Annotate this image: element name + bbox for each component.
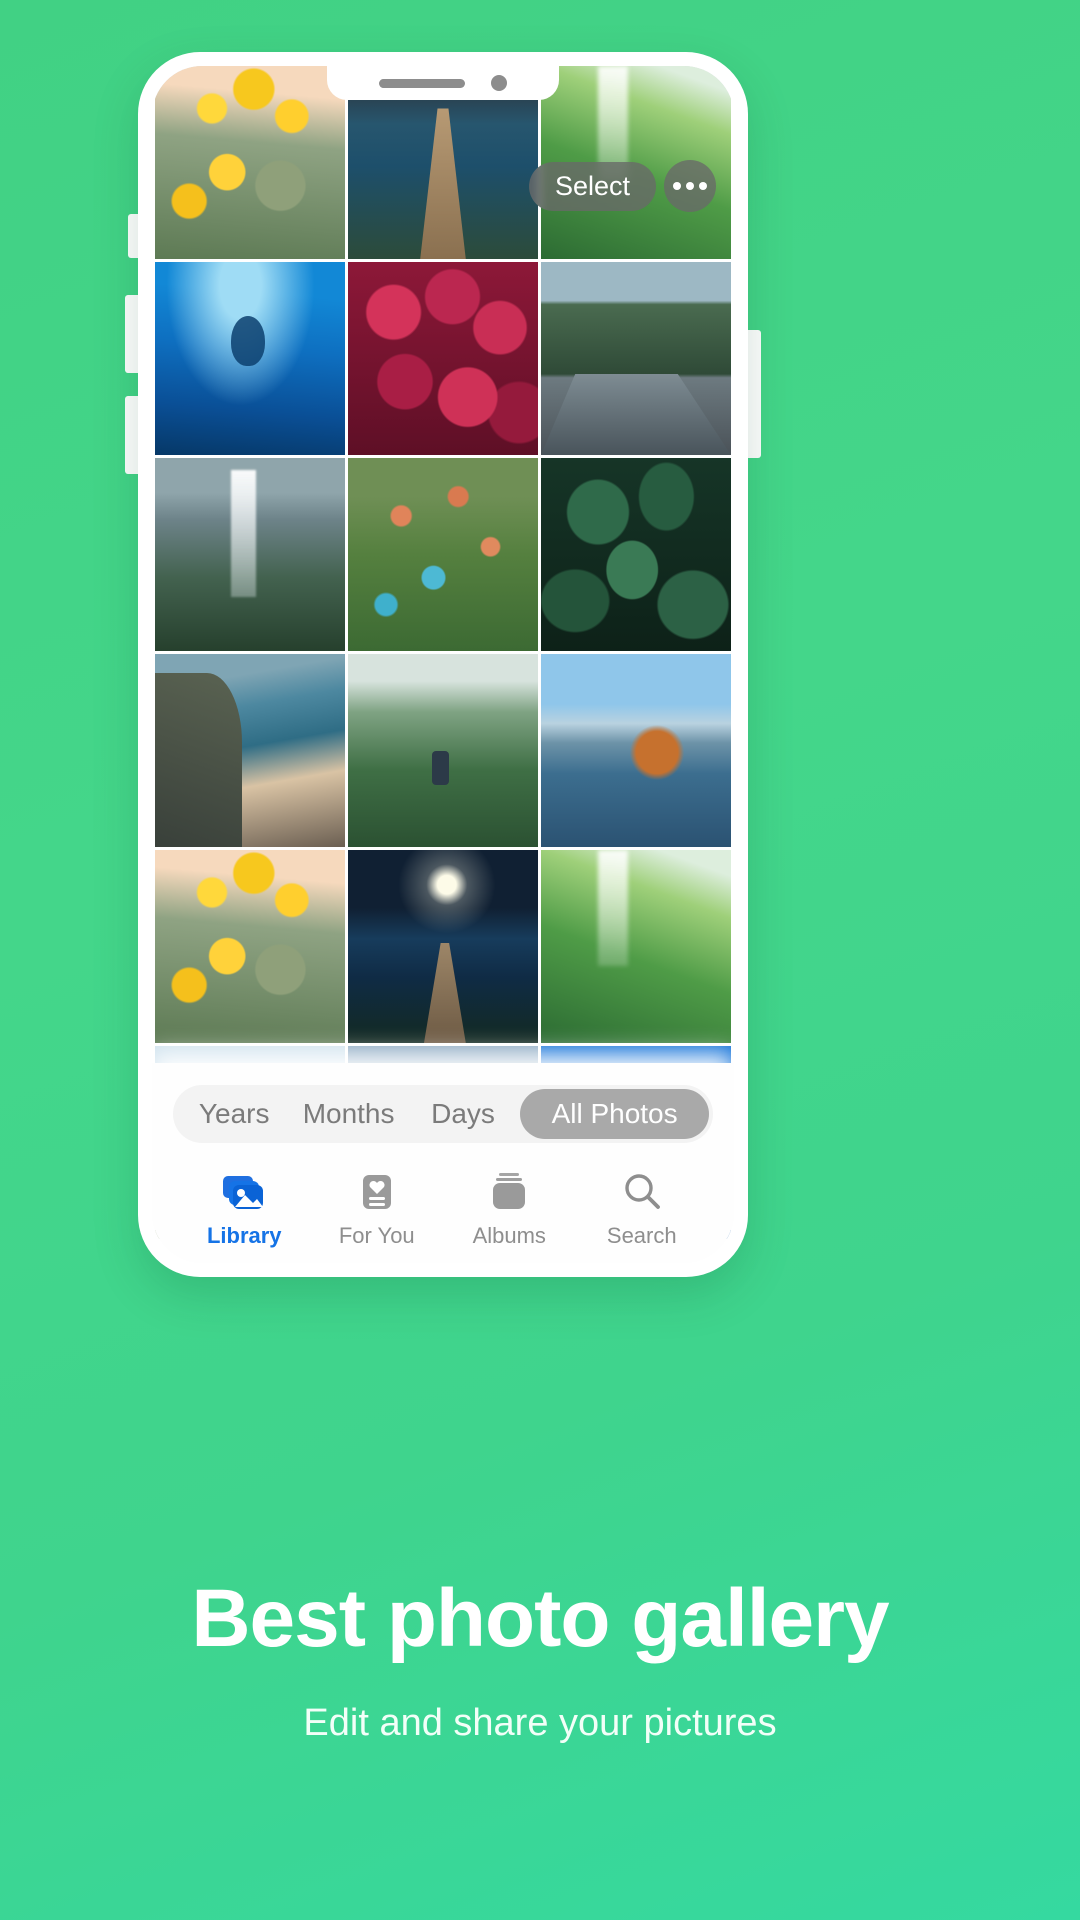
speaker-grille-icon xyxy=(379,78,465,88)
photo-cell[interactable] xyxy=(348,458,538,651)
tab-for-you-label: For You xyxy=(338,1223,415,1248)
photo-ocean-cliffs xyxy=(155,654,345,847)
photo-cell[interactable] xyxy=(348,262,538,455)
photo-scuba-diver xyxy=(155,262,345,455)
tab-bar: Library For You Albums Search xyxy=(152,1169,734,1249)
select-button[interactable]: Select xyxy=(528,161,656,211)
photo-sunflowers xyxy=(155,66,345,259)
photo-cell[interactable] xyxy=(541,654,731,847)
photo-green-leaves xyxy=(541,458,731,651)
photo-cell[interactable] xyxy=(541,262,731,455)
photo-lone-tree-lake xyxy=(541,654,731,847)
photo-dock-moonlight xyxy=(348,850,538,1043)
ellipsis-icon xyxy=(699,182,707,190)
tab-for-you[interactable]: For You xyxy=(311,1169,444,1249)
tab-albums[interactable]: Albums xyxy=(443,1169,576,1249)
page-subtitle: Edit and share your pictures xyxy=(303,1702,777,1744)
tab-search-label: Search xyxy=(606,1223,677,1248)
photo-cell[interactable] xyxy=(155,458,345,651)
bottom-chrome: Years Months Days All Photos Library For… xyxy=(152,1063,734,1263)
photo-cell[interactable] xyxy=(155,850,345,1043)
tab-library[interactable]: Library xyxy=(178,1169,311,1249)
segment-months[interactable]: Months xyxy=(291,1089,405,1139)
ellipsis-icon xyxy=(673,182,681,190)
device-notch xyxy=(327,66,559,100)
segmented-control[interactable]: Years Months Days All Photos xyxy=(173,1085,713,1143)
photo-stack-icon xyxy=(222,1169,266,1213)
photo-cell[interactable] xyxy=(155,262,345,455)
tab-library-label: Library xyxy=(206,1223,282,1248)
photo-cell[interactable] xyxy=(348,654,538,847)
memories-card-icon xyxy=(357,1169,397,1213)
photo-sunflowers-2 xyxy=(155,850,345,1043)
photo-cell[interactable] xyxy=(541,458,731,651)
photo-forest-road xyxy=(541,262,731,455)
segment-days[interactable]: Days xyxy=(406,1089,520,1139)
phone-mockup: Select Years Months Days All Photos Libr… xyxy=(125,52,761,1277)
phone-screen: Select Years Months Days All Photos Libr… xyxy=(152,66,734,1263)
page-title: Best photo gallery xyxy=(191,1573,889,1664)
phone-body: Select Years Months Days All Photos Libr… xyxy=(138,52,748,1277)
segment-years[interactable]: Years xyxy=(177,1089,291,1139)
albums-icon xyxy=(488,1169,530,1213)
photo-mossy-waterfall-2 xyxy=(541,850,731,1043)
tab-albums-label: Albums xyxy=(472,1223,546,1248)
photo-cell[interactable] xyxy=(348,850,538,1043)
photo-raspberries xyxy=(348,262,538,455)
photo-hiker-forest-trail xyxy=(348,654,538,847)
photo-cell[interactable] xyxy=(541,850,731,1043)
photo-cell[interactable] xyxy=(155,66,345,259)
photo-yosemite-waterfall xyxy=(155,458,345,651)
more-options-button[interactable] xyxy=(664,160,716,212)
tab-search[interactable]: Search xyxy=(576,1169,709,1249)
photo-cell[interactable] xyxy=(155,654,345,847)
top-action-bar: Select xyxy=(528,160,716,212)
ellipsis-icon xyxy=(686,182,694,190)
search-icon xyxy=(621,1169,663,1213)
front-camera-icon xyxy=(491,75,507,91)
photo-coastal-resort xyxy=(348,458,538,651)
segment-all-photos[interactable]: All Photos xyxy=(520,1089,709,1139)
